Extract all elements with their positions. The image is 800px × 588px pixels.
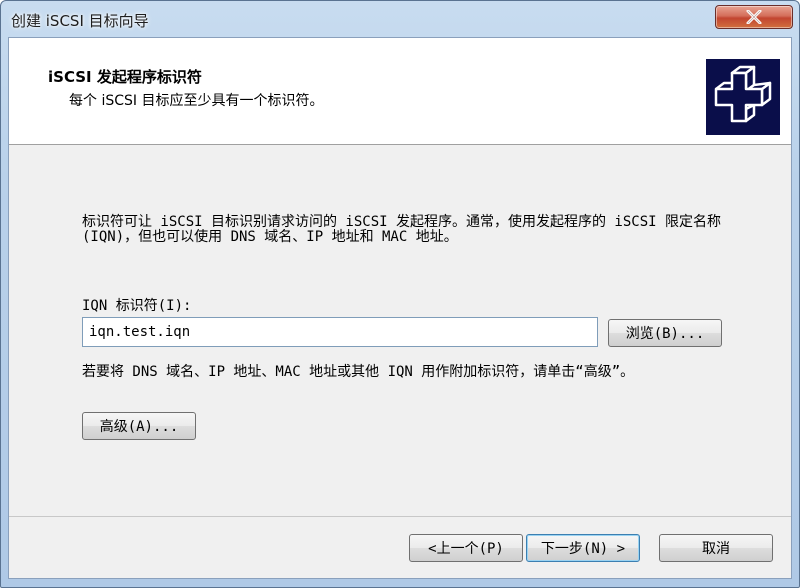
wizard-cross-icon [706, 59, 780, 135]
wizard-client-area: iSCSI 发起程序标识符 每个 iSCSI 目标应至少具有一个标识符。 标识符… [8, 37, 792, 579]
iqn-identifier-label: IQN 标识符(I): [82, 298, 192, 314]
wizard-header: iSCSI 发起程序标识符 每个 iSCSI 目标应至少具有一个标识符。 [9, 38, 791, 145]
page-subtitle: 每个 iSCSI 目标应至少具有一个标识符。 [69, 93, 324, 109]
close-icon [746, 10, 762, 24]
browse-button[interactable]: 浏览(B)... [608, 319, 722, 347]
back-button[interactable]: <上一个(P) [409, 534, 523, 562]
window-title: 创建 iSCSI 目标向导 [11, 12, 149, 30]
cancel-button[interactable]: 取消 [659, 534, 773, 562]
advanced-button[interactable]: 高级(A)... [82, 412, 196, 440]
page-title: iSCSI 发起程序标识符 [48, 68, 202, 86]
description-text: 标识符可让 iSCSI 目标识别请求访问的 iSCSI 发起程序。通常，使用发起… [82, 214, 722, 245]
wizard-content: 标识符可让 iSCSI 目标识别请求访问的 iSCSI 发起程序。通常，使用发起… [9, 145, 791, 535]
next-button[interactable]: 下一步(N) > [526, 534, 640, 562]
footer-divider [9, 516, 791, 517]
iqn-identifier-input[interactable] [82, 317, 598, 347]
advanced-hint-text: 若要将 DNS 域名、IP 地址、MAC 地址或其他 IQN 用作附加标识符，请… [82, 364, 635, 380]
title-bar[interactable]: 创建 iSCSI 目标向导 [1, 1, 799, 37]
close-button[interactable] [715, 5, 793, 29]
wizard-window: 创建 iSCSI 目标向导 iSCSI 发起程序标识符 每个 iSCSI 目标应… [0, 0, 800, 588]
